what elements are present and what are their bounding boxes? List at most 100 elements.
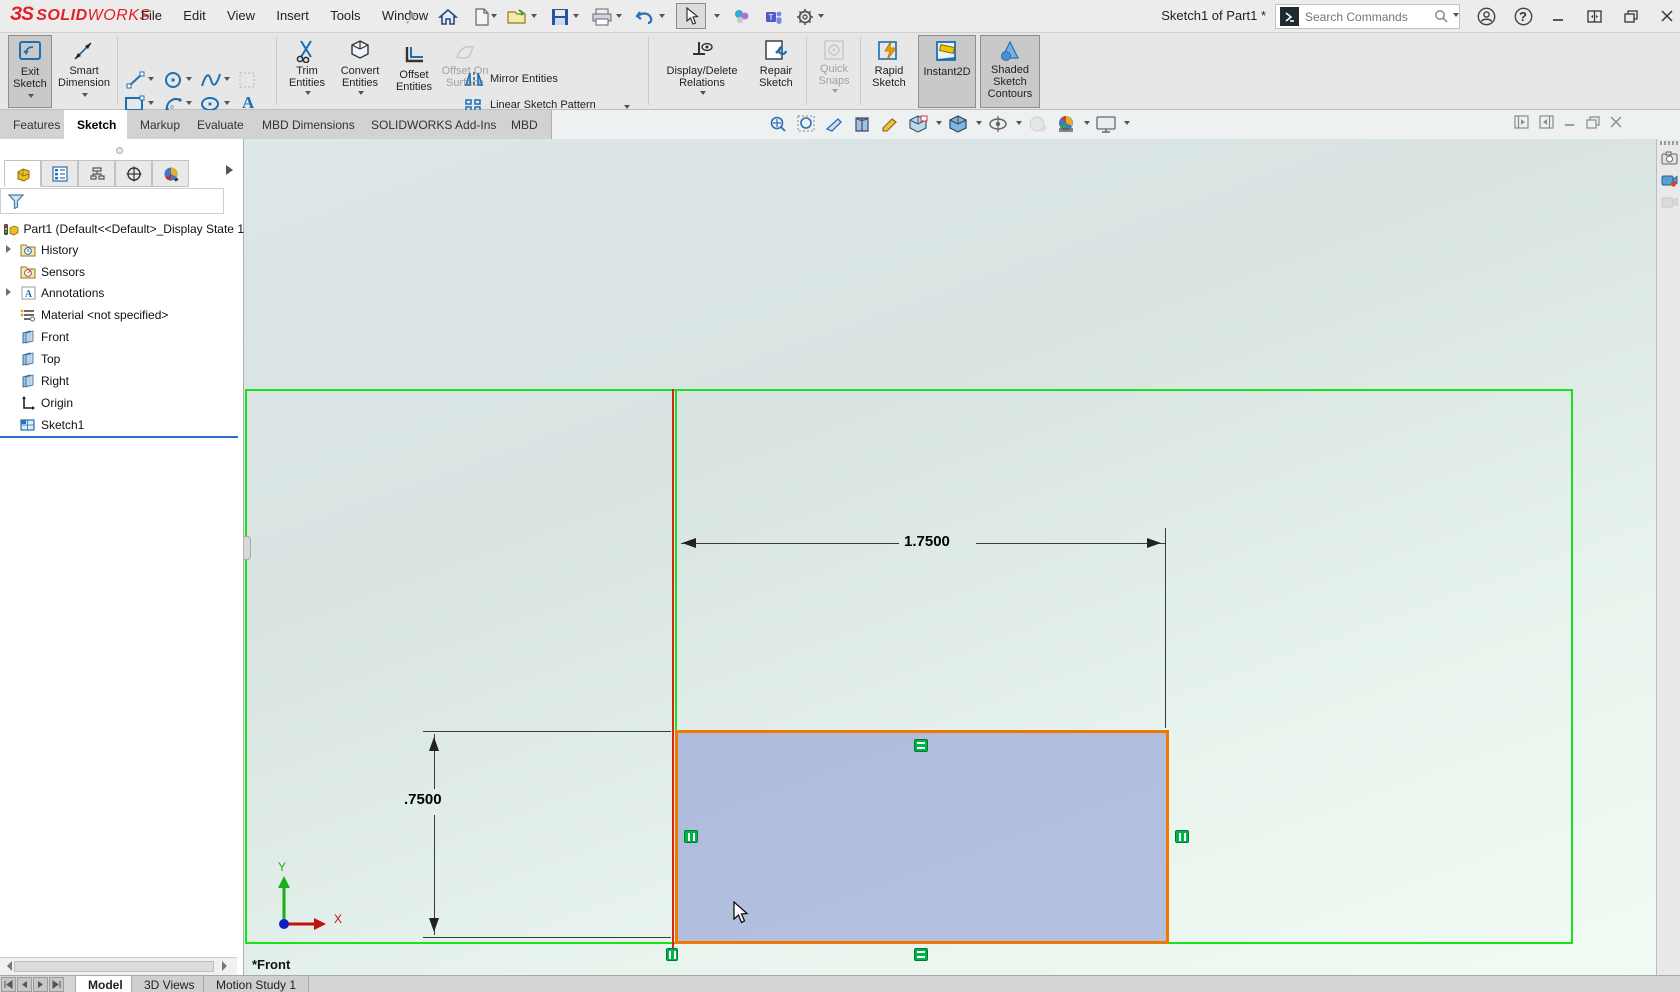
display-style-icon[interactable] [946,112,970,136]
scroll-left-icon[interactable] [2,961,12,971]
hide-show-items-dropdown[interactable] [1016,121,1022,128]
next-tab-icon[interactable] [33,977,48,992]
graphics-viewport[interactable]: 1.7500 .7500 Y X *Front [244,139,1656,975]
tree-item-top-plane[interactable]: Top [20,348,264,370]
rollback-bar[interactable] [0,436,238,438]
search-commands-input[interactable] [1303,9,1432,25]
tab-mbd-dimensions[interactable]: MBD Dimensions [249,110,369,139]
circle-icon[interactable] [164,71,192,89]
photo-camera-icon[interactable] [1659,149,1679,167]
previous-view-icon[interactable] [822,112,846,136]
options-dropdown[interactable] [818,14,824,21]
relation-equal-bottom-icon[interactable] [914,948,928,961]
sketch-view-icon[interactable] [878,112,902,136]
spline-icon[interactable] [200,71,230,89]
exit-sketch-dropdown[interactable] [28,94,34,101]
tree-item-sketch1[interactable]: Sketch1 [20,414,264,436]
next-pane-icon[interactable] [1539,115,1554,132]
tree-horizontal-scrollbar[interactable] [0,957,237,975]
tab-dimxpert-manager[interactable] [115,160,152,187]
scrollbar-thumb[interactable] [14,961,214,972]
previous-tab-icon[interactable] [17,977,32,992]
rapid-sketch-button[interactable]: Rapid Sketch [866,35,912,108]
repair-sketch-button[interactable]: Repair Sketch [752,35,800,108]
3dexperience-icon[interactable] [730,5,754,29]
relation-vertical-left-icon[interactable] [684,830,698,843]
section-view-icon[interactable] [850,112,874,136]
exit-sketch-button[interactable]: Exit Sketch [8,35,52,108]
convert-entities-dropdown[interactable] [358,91,364,98]
search-magnifier-icon[interactable] [1434,9,1449,24]
tree-item-sensors[interactable]: Sensors [20,261,264,283]
view-settings-dropdown[interactable] [1124,121,1130,128]
open-folder-icon[interactable] [505,5,529,29]
view-orientation-dropdown[interactable] [936,121,942,128]
menu-view[interactable]: View [218,0,264,30]
menu-tools[interactable]: Tools [321,0,369,30]
help-icon[interactable]: ? [1511,6,1535,26]
tree-item-part1[interactable]: Part1 (Default<<Default>_Display State 1 [0,218,244,240]
display-style-dropdown[interactable] [976,121,982,128]
display-delete-relations-dropdown[interactable] [700,91,706,98]
tree-item-origin[interactable]: Origin [20,392,264,414]
line-dropdown[interactable] [148,77,154,84]
last-tab-icon[interactable] [49,977,64,992]
line-icon[interactable] [126,71,154,89]
mirror-entities-button[interactable]: Mirror Entities [464,71,558,87]
trim-entities-button[interactable]: Trim Entities [284,35,330,108]
tab-sketch[interactable]: Sketch [64,110,130,139]
smart-dimension-dropdown[interactable] [82,93,88,100]
first-tab-icon[interactable] [1,977,16,992]
shaded-sketch-contours-button[interactable]: Shaded Sketch Contours [980,35,1040,108]
panel-grip-icon[interactable] [116,147,123,154]
pin-menu-icon[interactable] [398,5,422,29]
tree-item-material[interactable]: Material <not specified> [20,304,264,326]
expander-annotations[interactable] [6,288,15,296]
tab-display-manager[interactable] [152,160,189,187]
save-icon[interactable] [548,5,572,29]
tab-motion-study-1[interactable]: Motion Study 1 [203,976,309,992]
tab-mbd[interactable]: MBD [498,110,552,139]
teams-icon[interactable]: T [762,5,786,29]
tab-feature-manager-design-tree[interactable] [4,160,41,187]
display-delete-relations-button[interactable]: Display/Delete Relations [656,35,748,108]
undo-dropdown[interactable] [659,14,665,21]
apply-scene-dropdown[interactable] [1084,121,1090,128]
minimize-icon[interactable] [1546,6,1570,26]
circle-dropdown[interactable] [186,77,192,84]
view-orientation-icon[interactable] [906,112,930,136]
select-cursor-icon[interactable] [676,3,706,29]
tree-item-front-plane[interactable]: Front [20,326,264,348]
tab-3d-views[interactable]: 3D Views [131,976,207,992]
task-pane-grip[interactable] [1660,141,1678,145]
expander-history[interactable] [6,245,15,253]
user-account-icon[interactable] [1474,6,1498,26]
print-icon[interactable] [590,5,614,29]
home-icon[interactable] [436,5,460,29]
tree-filter-bar[interactable] [0,188,224,214]
select-dropdown[interactable] [714,14,720,21]
convert-entities-button[interactable]: Convert Entities [334,35,386,108]
tab-evaluate[interactable]: Evaluate [184,110,258,139]
restore-icon[interactable] [1619,6,1643,26]
tab-configuration-manager[interactable] [78,160,115,187]
new-document-dropdown[interactable] [491,14,497,21]
panel-splitter-handle[interactable] [244,536,251,560]
apply-scene-icon[interactable] [1054,112,1078,136]
save-dropdown[interactable] [573,14,579,21]
arc-dropdown[interactable] [186,101,192,108]
doc-close-icon[interactable] [1610,116,1622,131]
tab-solidworks-add-ins[interactable]: SOLIDWORKS Add-Ins [358,110,510,139]
menu-edit[interactable]: Edit [174,0,214,30]
relation-equal-top-icon[interactable] [914,739,928,752]
trim-entities-dropdown[interactable] [305,91,311,98]
view-settings-icon[interactable] [1094,112,1118,136]
search-commands-box[interactable] [1275,4,1460,29]
zoom-to-area-icon[interactable] [794,112,818,136]
tree-item-right-plane[interactable]: Right [20,370,264,392]
zoom-to-fit-icon[interactable] [766,112,790,136]
video-camera-icon[interactable] [1659,171,1679,189]
spline-dropdown[interactable] [224,77,230,84]
dimension-height-value[interactable]: .7500 [404,791,442,808]
search-scope-dropdown[interactable] [1453,13,1459,20]
